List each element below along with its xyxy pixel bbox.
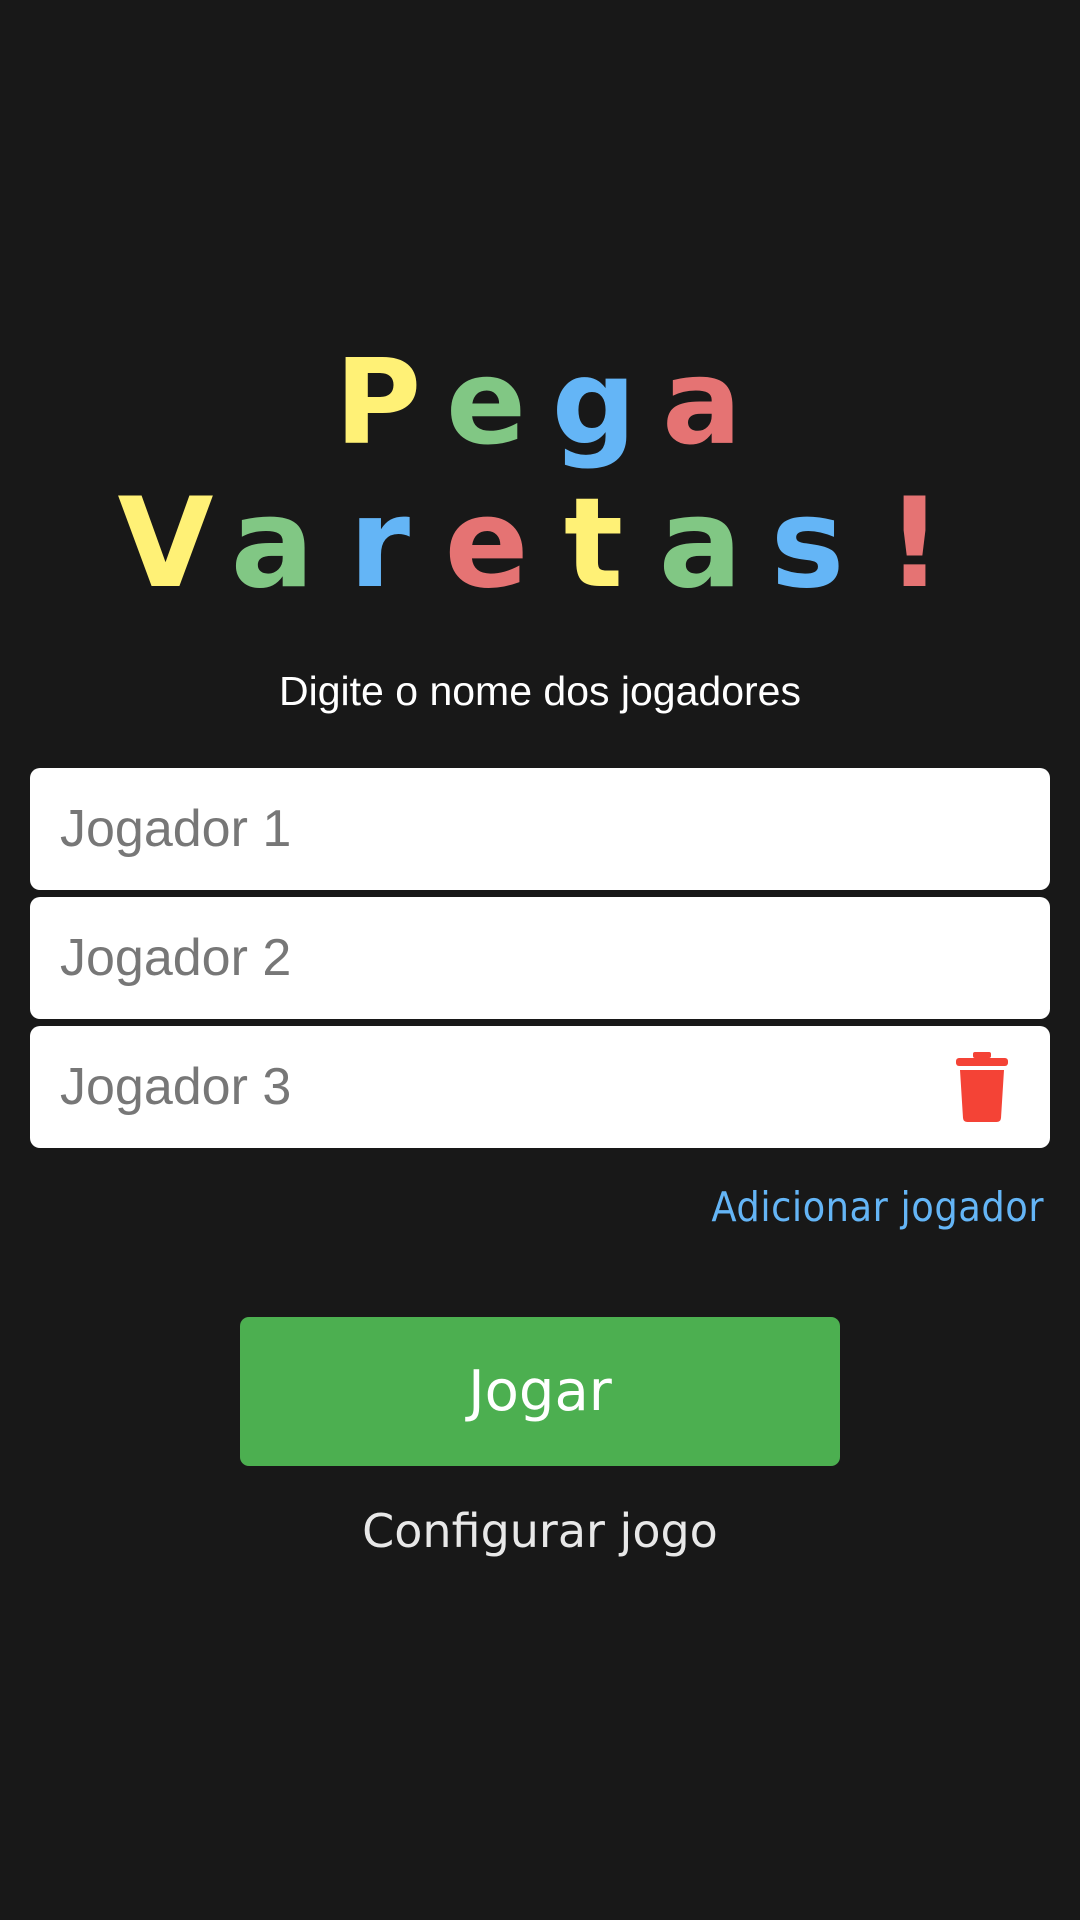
title-line-pega: P e g a xyxy=(0,343,1080,461)
title-line-varetas: V a r e t a s ! xyxy=(0,482,1080,606)
player-name-input-3[interactable] xyxy=(30,1026,1050,1148)
trash-icon[interactable] xyxy=(954,1052,1010,1122)
title-letter: a xyxy=(658,472,743,616)
title-letter: r xyxy=(348,472,411,616)
title-letter: g xyxy=(551,333,637,471)
player-field-2 xyxy=(30,897,1050,1019)
play-button[interactable]: Jogar xyxy=(240,1317,840,1466)
title-letter: a xyxy=(230,472,315,616)
player-field-1 xyxy=(30,768,1050,890)
title-letter: s xyxy=(770,472,845,616)
player-field-3 xyxy=(30,1026,1050,1148)
players-instruction: Digite o nome dos jogadores xyxy=(279,668,801,714)
title-letter: V xyxy=(117,472,214,616)
player-name-input-1[interactable] xyxy=(30,768,1050,890)
title-letter: e xyxy=(444,472,529,616)
add-player-link[interactable]: Adicionar jogador xyxy=(711,1183,1044,1231)
title-letter: ! xyxy=(886,472,943,616)
configure-game-link[interactable]: Configurar jogo xyxy=(0,1504,1080,1558)
title-letter: P xyxy=(334,333,422,471)
title-letter: a xyxy=(662,333,742,471)
title-letter: e xyxy=(445,333,527,471)
title-letter: t xyxy=(563,472,624,616)
player-name-input-2[interactable] xyxy=(30,897,1050,1019)
